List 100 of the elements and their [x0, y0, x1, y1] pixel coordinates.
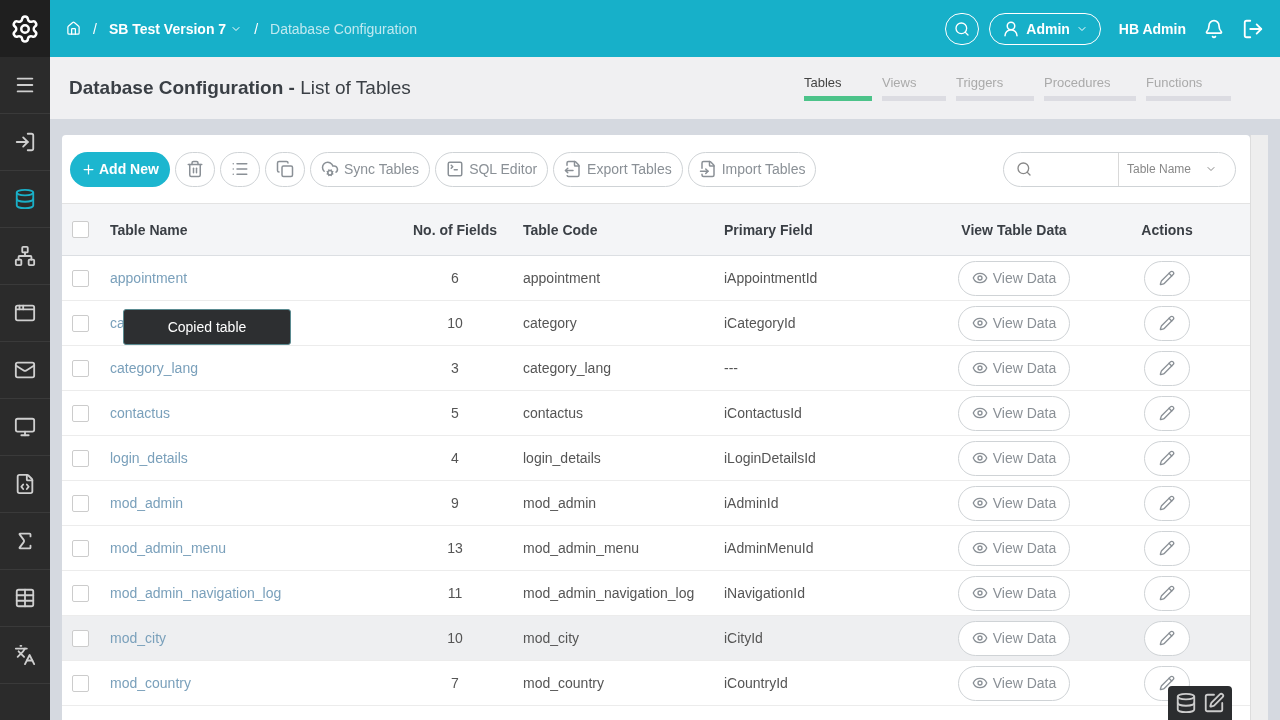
sync-tables-button[interactable]: Sync Tables: [309, 151, 431, 187]
view-data-button[interactable]: View Data: [958, 485, 1070, 521]
table-name-link[interactable]: mod_admin_menu: [110, 540, 226, 556]
table-cell-text: contactus: [522, 405, 584, 421]
table-cell-text: mod_country: [522, 675, 605, 691]
filter-dropdown[interactable]: Table Name: [1118, 152, 1235, 186]
export-icon: [564, 160, 583, 178]
plus-icon: [81, 161, 96, 177]
copy-icon: [275, 160, 294, 178]
view-data-button[interactable]: View Data: [958, 530, 1070, 566]
row-checkbox[interactable]: [72, 539, 89, 557]
row-checkbox[interactable]: [72, 449, 89, 467]
import-tables-button[interactable]: Import Tables: [687, 151, 817, 187]
monitor-icon: [14, 416, 36, 438]
home-icon[interactable]: [66, 21, 81, 36]
copy-button[interactable]: [264, 151, 305, 187]
view-data-button[interactable]: View Data: [958, 575, 1070, 611]
edit-icon[interactable]: [1203, 692, 1225, 714]
pencil-icon: [1159, 360, 1175, 376]
window-settings-icon: [14, 302, 36, 324]
eye-icon: [971, 270, 988, 286]
breadcrumb-link[interactable]: Database Configuration: [270, 20, 418, 37]
list-button[interactable]: [219, 151, 260, 187]
tab[interactable]: Views: [882, 75, 946, 101]
logout-icon[interactable]: [1242, 17, 1264, 40]
eye-icon: [971, 315, 988, 331]
eye-icon: [971, 495, 988, 511]
pencil-icon: [1159, 405, 1175, 421]
delete-button[interactable]: [174, 151, 215, 187]
table-cell-text: 4: [450, 450, 460, 466]
eye-icon: [971, 360, 988, 376]
view-data-button[interactable]: View Data: [958, 260, 1070, 296]
table-cell-text: 10: [446, 630, 464, 646]
tab[interactable]: Functions: [1146, 75, 1231, 101]
table-name-link[interactable]: appointment: [110, 270, 188, 286]
view-data-button[interactable]: View Data: [958, 305, 1070, 341]
page-title: Database Configuration - List of Tables: [69, 77, 411, 99]
user-name: HB Admin: [1118, 20, 1186, 37]
sql-editor-button[interactable]: SQL Editor: [435, 151, 549, 187]
row-checkbox[interactable]: [72, 674, 89, 692]
table-name-link[interactable]: contactus: [110, 405, 170, 421]
table-cell-text: iAdminId: [724, 495, 780, 511]
row-checkbox[interactable]: [72, 269, 89, 287]
view-data-button[interactable]: View Data: [958, 395, 1070, 431]
table-name-link[interactable]: mod_admin: [110, 495, 184, 511]
select-all-checkbox[interactable]: [72, 221, 89, 238]
terminal-icon: [446, 160, 465, 178]
table-cell-text: iAdminMenuId: [724, 540, 815, 556]
table-name-link[interactable]: mod_city: [110, 630, 167, 646]
row-checkbox[interactable]: [72, 359, 89, 377]
table-cell-text: category: [522, 315, 578, 331]
pencil-icon: [1159, 450, 1175, 466]
pencil-icon: [1159, 540, 1175, 556]
table-name-link[interactable]: category_lang: [110, 360, 198, 376]
gear-logo-icon: [10, 13, 40, 44]
view-data-button[interactable]: View Data: [958, 440, 1070, 476]
table-cell-text: mod_city: [522, 630, 581, 646]
view-data-button[interactable]: View Data: [958, 665, 1070, 701]
row-checkbox[interactable]: [72, 584, 89, 602]
database-icon[interactable]: [1175, 692, 1197, 714]
user-icon: [1002, 19, 1021, 38]
pencil-icon: [1159, 675, 1175, 691]
column-header: View Table Data: [960, 221, 1068, 238]
table-name-link[interactable]: mod_country: [110, 675, 191, 691]
table-icon: [14, 587, 36, 609]
code-file-icon: [14, 473, 36, 495]
search-icon: [954, 20, 971, 37]
table-name-link[interactable]: login_details: [110, 450, 188, 466]
table-cell-text: 5: [450, 405, 460, 421]
tab[interactable]: Tables: [804, 75, 872, 101]
column-header: Table Code: [522, 221, 599, 238]
row-checkbox[interactable]: [72, 629, 89, 647]
row-checkbox[interactable]: [72, 404, 89, 422]
sign-in-icon: [14, 131, 36, 153]
view-data-button[interactable]: View Data: [958, 620, 1070, 656]
row-checkbox[interactable]: [72, 494, 89, 512]
breadcrumb-separator: /: [93, 20, 97, 37]
tab[interactable]: Procedures: [1044, 75, 1136, 101]
pencil-icon: [1159, 630, 1175, 646]
pencil-icon: [1159, 270, 1175, 286]
column-header: No. of Fields: [412, 221, 498, 238]
database-icon: [14, 188, 36, 210]
translate-icon: [14, 644, 36, 666]
import-icon: [698, 160, 717, 178]
column-header: Table Name: [110, 221, 189, 238]
table-cell-text: 10: [446, 315, 464, 331]
table-cell-text: 3: [450, 360, 460, 376]
tab[interactable]: Triggers: [956, 75, 1034, 101]
export-tables-button[interactable]: Export Tables: [553, 151, 683, 187]
table-name-link[interactable]: mod_admin_navigation_log: [110, 585, 282, 601]
table-cell-text: mod_admin_navigation_log: [522, 585, 696, 601]
row-checkbox[interactable]: [72, 314, 89, 332]
add-new-button[interactable]: Add New: [70, 151, 170, 187]
view-data-button[interactable]: View Data: [958, 350, 1070, 386]
pencil-icon: [1159, 315, 1175, 331]
breadcrumb-link[interactable]: SB Test Version 7: [108, 20, 243, 37]
pencil-icon: [1159, 495, 1175, 511]
table-cell-text: iNavigationId: [724, 585, 806, 601]
bell-icon[interactable]: [1204, 18, 1224, 39]
table-cell-text: 13: [446, 540, 464, 556]
